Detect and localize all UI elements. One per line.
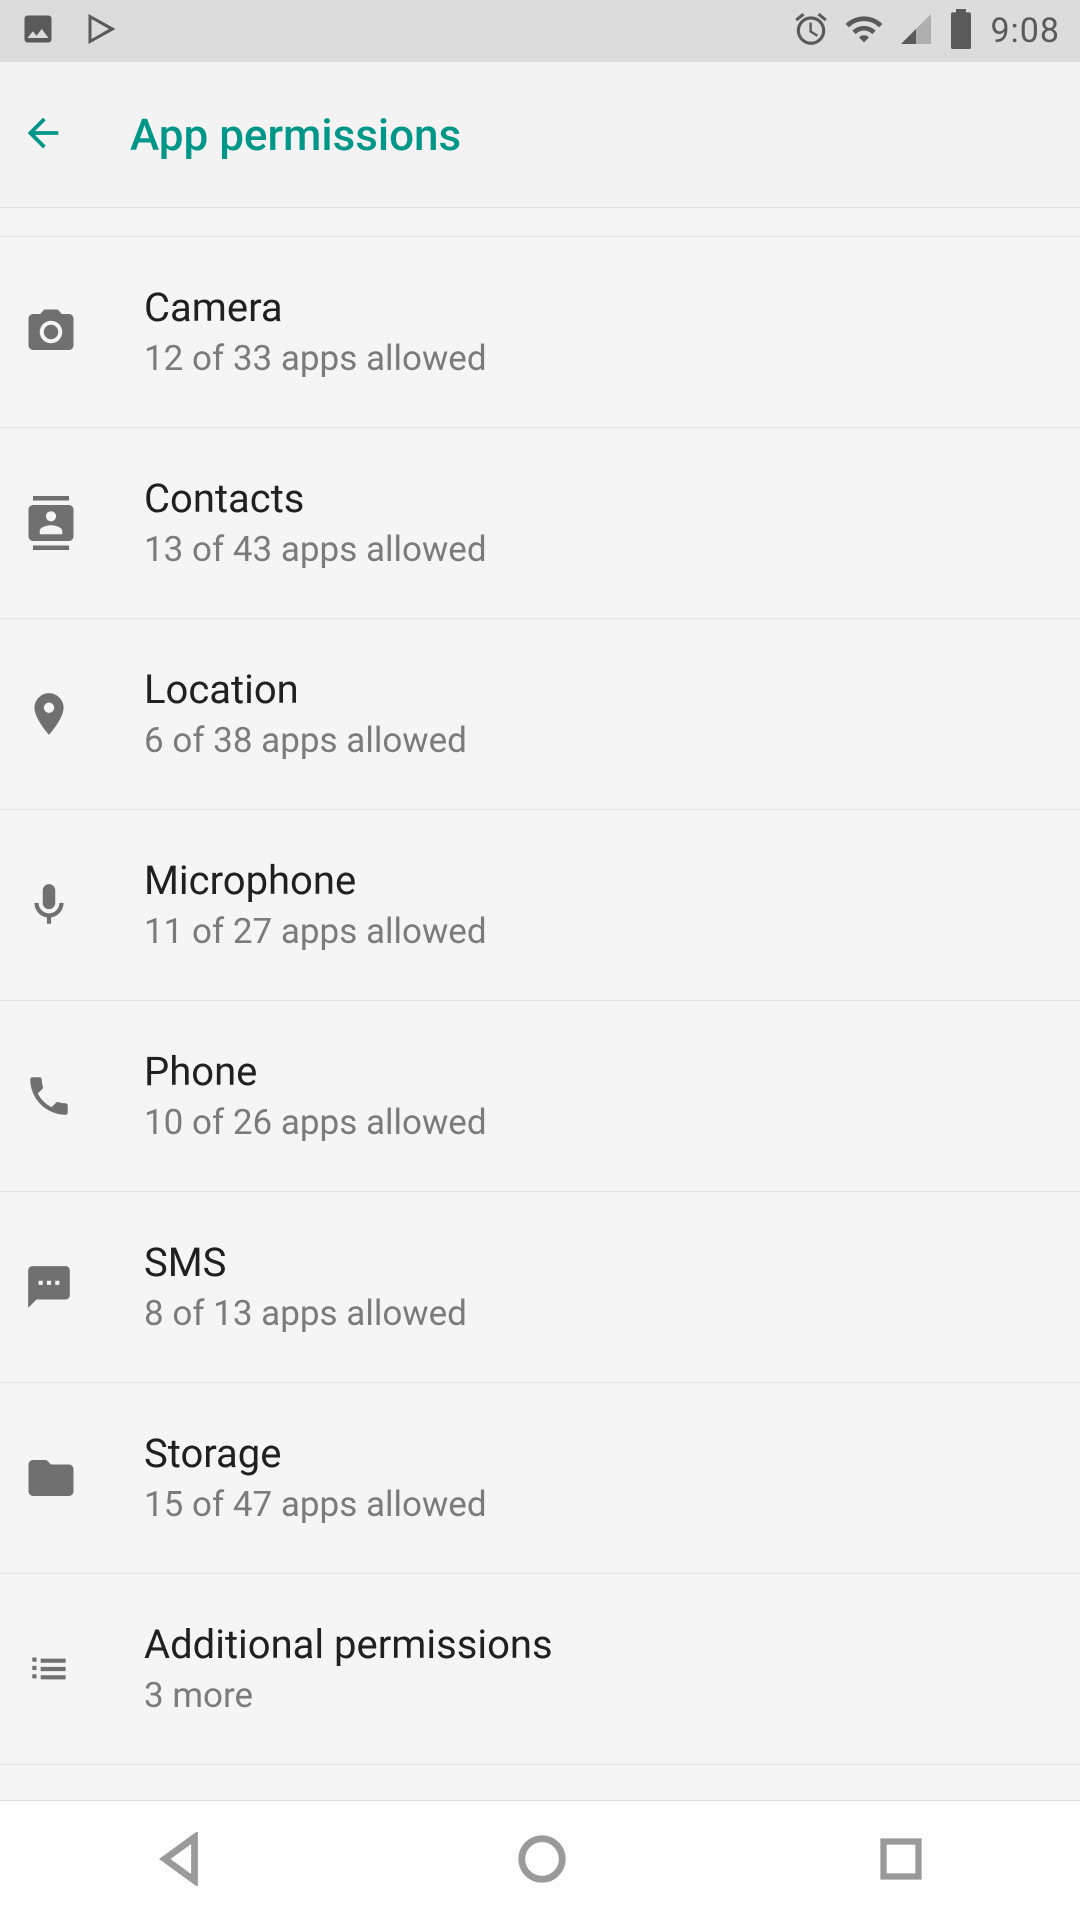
permission-row-sms[interactable]: SMS 8 of 13 apps allowed	[0, 1191, 1080, 1383]
row-subtitle: 6 of 38 apps allowed	[144, 720, 467, 761]
nav-home-button[interactable]	[515, 1832, 569, 1890]
permission-row-location[interactable]: Location 6 of 38 apps allowed	[0, 618, 1080, 810]
back-button[interactable]	[20, 110, 66, 160]
location-icon	[24, 689, 144, 739]
battery-icon	[934, 9, 974, 53]
sms-icon	[24, 1262, 144, 1312]
row-title: Phone	[144, 1050, 487, 1094]
row-subtitle: 8 of 13 apps allowed	[144, 1293, 467, 1334]
row-title: SMS	[144, 1241, 467, 1285]
permission-row-phone[interactable]: Phone 10 of 26 apps allowed	[0, 1000, 1080, 1192]
page-title: App permissions	[130, 109, 461, 161]
row-subtitle: 15 of 47 apps allowed	[144, 1484, 487, 1525]
row-title: Contacts	[144, 477, 487, 521]
alarm-icon	[778, 10, 830, 52]
row-title: Microphone	[144, 859, 487, 903]
system-nav-bar	[0, 1800, 1080, 1920]
app-bar: App permissions	[0, 62, 1080, 208]
row-subtitle: 12 of 33 apps allowed	[144, 338, 487, 379]
image-icon	[20, 11, 84, 51]
status-time: 9:08	[990, 11, 1060, 51]
phone-icon	[24, 1071, 144, 1121]
permission-list: Camera 12 of 33 apps allowed Contacts 13…	[0, 236, 1080, 1765]
camera-icon	[24, 305, 144, 359]
row-title: Camera	[144, 286, 487, 330]
permission-row-additional[interactable]: Additional permissions 3 more	[0, 1573, 1080, 1765]
wifi-icon	[830, 9, 884, 53]
row-subtitle: 10 of 26 apps allowed	[144, 1102, 487, 1143]
permission-row-contacts[interactable]: Contacts 13 of 43 apps allowed	[0, 427, 1080, 619]
row-subtitle: 13 of 43 apps allowed	[144, 529, 487, 570]
cell-signal-icon	[884, 11, 934, 51]
row-title: Location	[144, 668, 467, 712]
row-title: Storage	[144, 1432, 487, 1476]
microphone-icon	[24, 880, 144, 930]
list-icon	[24, 1644, 144, 1694]
row-subtitle: 11 of 27 apps allowed	[144, 911, 487, 952]
permission-row-storage[interactable]: Storage 15 of 47 apps allowed	[0, 1382, 1080, 1574]
play-store-icon	[84, 11, 148, 51]
status-bar: 9:08	[0, 0, 1080, 62]
permission-row-microphone[interactable]: Microphone 11 of 27 apps allowed	[0, 809, 1080, 1001]
nav-recent-button[interactable]	[876, 1834, 926, 1888]
nav-back-button[interactable]	[154, 1832, 208, 1890]
contacts-icon	[24, 496, 144, 550]
permission-row-camera[interactable]: Camera 12 of 33 apps allowed	[0, 236, 1080, 428]
row-title: Additional permissions	[144, 1623, 553, 1667]
row-subtitle: 3 more	[144, 1675, 553, 1716]
folder-icon	[24, 1451, 144, 1505]
